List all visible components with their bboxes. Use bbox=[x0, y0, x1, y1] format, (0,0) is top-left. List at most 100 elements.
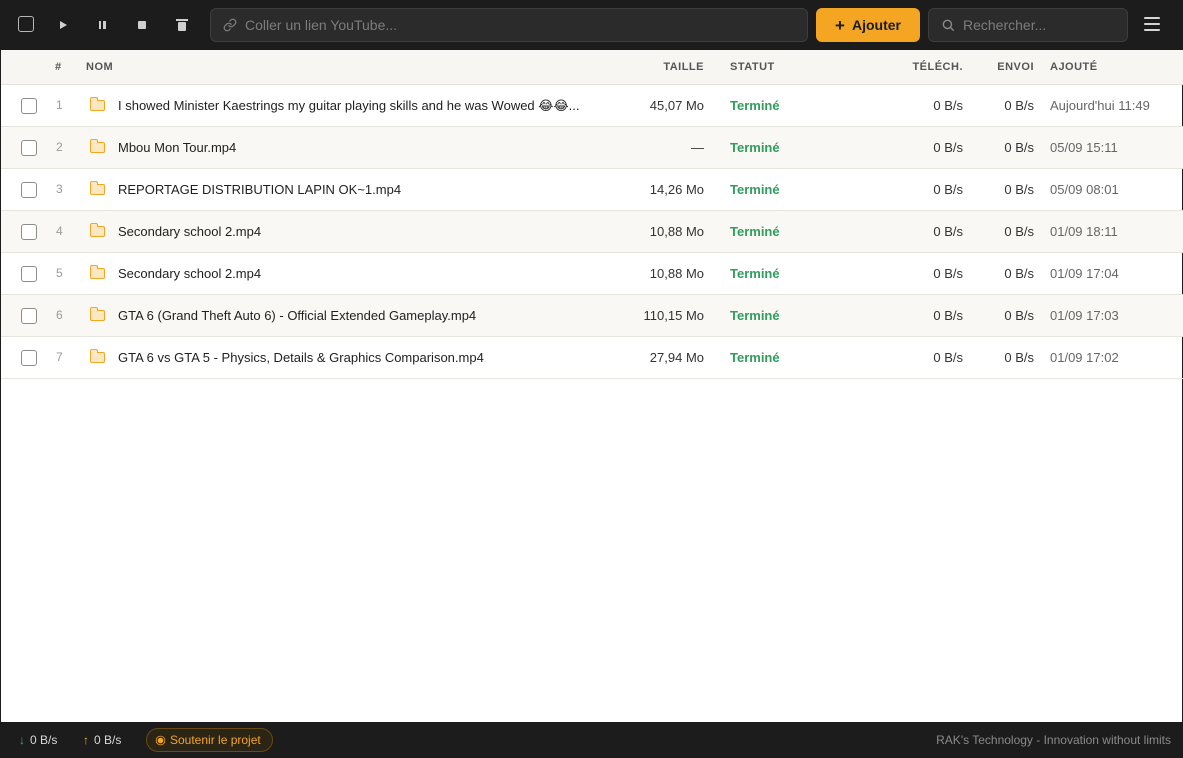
added-date: 01/09 18:11 bbox=[1050, 224, 1118, 239]
status-bar: ↓ 0 B/s ↑ 0 B/s Soutenir le projet RAK's… bbox=[1, 722, 1183, 758]
table-header: # NOM TAILLE STATUT TÉLÉCH. ENVOI AJOUTÉ bbox=[1, 50, 1183, 85]
toolbar: + Ajouter bbox=[1, 0, 1183, 50]
row-checkbox[interactable] bbox=[21, 182, 37, 198]
folder-icon[interactable] bbox=[89, 139, 105, 153]
table-row[interactable]: 3 REPORTAGE DISTRIBUTION LAPIN OK~1.mp4 … bbox=[1, 169, 1183, 211]
support-project-button[interactable]: Soutenir le projet bbox=[146, 728, 273, 752]
folder-icon[interactable] bbox=[89, 97, 105, 111]
column-number-header[interactable]: # bbox=[55, 61, 62, 73]
row-checkbox[interactable] bbox=[21, 224, 37, 240]
folder-icon[interactable] bbox=[89, 307, 105, 321]
youtube-link-field[interactable] bbox=[210, 8, 808, 42]
status-badge: Terminé bbox=[730, 350, 780, 365]
download-speed: 0 B/s bbox=[933, 98, 963, 113]
select-all-checkbox[interactable] bbox=[18, 16, 34, 32]
file-name: Secondary school 2.mp4 bbox=[118, 224, 262, 239]
folder-icon[interactable] bbox=[89, 265, 105, 279]
column-download-header[interactable]: TÉLÉCH. bbox=[912, 61, 963, 73]
file-size: 14,26 Mo bbox=[649, 182, 704, 197]
youtube-link-input[interactable] bbox=[245, 17, 765, 33]
folder-icon[interactable] bbox=[89, 223, 105, 237]
row-checkbox[interactable] bbox=[21, 308, 37, 324]
row-number: 1 bbox=[56, 98, 63, 112]
upload-speed: 0 B/s bbox=[1004, 350, 1034, 365]
column-name-header[interactable]: NOM bbox=[86, 61, 113, 73]
file-size: 110,15 Mo bbox=[643, 308, 704, 323]
download-speed: 0 B/s bbox=[933, 182, 963, 197]
hamburger-menu-icon[interactable] bbox=[1144, 17, 1160, 31]
file-size: 45,07 Mo bbox=[649, 98, 704, 113]
column-added-header[interactable]: AJOUTÉ bbox=[1050, 61, 1098, 73]
status-badge: Terminé bbox=[730, 98, 780, 113]
file-name: GTA 6 vs GTA 5 - Physics, Details & Grap… bbox=[118, 350, 484, 365]
added-date: 01/09 17:02 bbox=[1050, 350, 1119, 365]
arrow-down-icon: ↓ bbox=[19, 733, 25, 747]
file-size: 10,88 Mo bbox=[649, 266, 704, 281]
row-checkbox[interactable] bbox=[21, 350, 37, 366]
search-input[interactable] bbox=[963, 17, 1113, 33]
download-speed: 0 B/s bbox=[933, 308, 963, 323]
column-size-header[interactable]: TAILLE bbox=[663, 61, 704, 73]
delete-button[interactable] bbox=[172, 15, 192, 35]
folder-icon[interactable] bbox=[89, 349, 105, 363]
table-row[interactable]: 4 Secondary school 2.mp4 10,88 Mo Termin… bbox=[1, 211, 1183, 253]
table-row[interactable]: 5 Secondary school 2.mp4 10,88 Mo Termin… bbox=[1, 253, 1183, 295]
link-icon bbox=[223, 18, 237, 32]
table-row[interactable]: 2 Mbou Mon Tour.mp4 — Terminé 0 B/s 0 B/… bbox=[1, 127, 1183, 169]
stop-button[interactable] bbox=[132, 15, 152, 35]
row-checkbox[interactable] bbox=[21, 266, 37, 282]
search-field[interactable] bbox=[928, 8, 1128, 42]
added-date: 05/09 08:01 bbox=[1050, 182, 1119, 197]
added-date: 01/09 17:04 bbox=[1050, 266, 1119, 281]
arrow-up-icon: ↑ bbox=[83, 733, 89, 747]
pause-icon bbox=[98, 21, 106, 29]
column-upload-header[interactable]: ENVOI bbox=[997, 61, 1034, 73]
download-speed: 0 B/s bbox=[933, 140, 963, 155]
status-badge: Terminé bbox=[730, 224, 780, 239]
upload-speed: 0 B/s bbox=[1004, 308, 1034, 323]
support-project-label: Soutenir le projet bbox=[170, 733, 261, 747]
file-name: GTA 6 (Grand Theft Auto 6) - Official Ex… bbox=[118, 308, 477, 323]
row-checkbox[interactable] bbox=[21, 140, 37, 156]
start-button[interactable] bbox=[52, 15, 72, 35]
row-number: 3 bbox=[56, 182, 63, 196]
total-upload-speed: ↑ 0 B/s bbox=[83, 733, 121, 747]
file-name: I showed Minister Kaestrings my guitar p… bbox=[118, 98, 580, 113]
download-speed: 0 B/s bbox=[933, 350, 963, 365]
row-number: 6 bbox=[56, 308, 63, 322]
add-button-label: Ajouter bbox=[851, 17, 901, 33]
added-date: Aujourd'hui 11:49 bbox=[1050, 98, 1150, 113]
table-row[interactable]: 1 I showed Minister Kaestrings my guitar… bbox=[1, 85, 1183, 127]
status-badge: Terminé bbox=[730, 182, 780, 197]
upload-speed: 0 B/s bbox=[1004, 140, 1034, 155]
total-download-speed-value: 0 B/s bbox=[30, 733, 58, 747]
column-status-header[interactable]: STATUT bbox=[730, 61, 775, 73]
coin-icon bbox=[157, 737, 164, 743]
download-list: 1 I showed Minister Kaestrings my guitar… bbox=[1, 85, 1183, 379]
file-name: REPORTAGE DISTRIBUTION LAPIN OK~1.mp4 bbox=[118, 182, 402, 197]
download-speed: 0 B/s bbox=[933, 224, 963, 239]
row-number: 5 bbox=[56, 266, 63, 280]
file-size: 27,94 Mo bbox=[649, 350, 704, 365]
upload-speed: 0 B/s bbox=[1004, 182, 1034, 197]
upload-speed: 0 B/s bbox=[1004, 266, 1034, 281]
row-checkbox[interactable] bbox=[21, 98, 37, 114]
folder-icon[interactable] bbox=[89, 181, 105, 195]
total-upload-speed-value: 0 B/s bbox=[94, 733, 122, 747]
trash-icon bbox=[176, 18, 188, 31]
added-date: 01/09 17:03 bbox=[1050, 308, 1119, 323]
file-name: Secondary school 2.mp4 bbox=[118, 266, 262, 281]
file-size: 10,88 Mo bbox=[649, 224, 704, 239]
brand-tagline: RAK's Technology - Innovation without li… bbox=[936, 733, 1171, 747]
file-name: Mbou Mon Tour.mp4 bbox=[118, 140, 237, 155]
upload-speed: 0 B/s bbox=[1004, 98, 1034, 113]
pause-button[interactable] bbox=[92, 15, 112, 35]
row-number: 4 bbox=[56, 224, 63, 238]
added-date: 05/09 15:11 bbox=[1050, 140, 1118, 155]
row-number: 2 bbox=[56, 140, 63, 154]
stop-icon bbox=[138, 21, 146, 29]
table-row[interactable]: 7 GTA 6 vs GTA 5 - Physics, Details & Gr… bbox=[1, 337, 1183, 379]
download-speed: 0 B/s bbox=[933, 266, 963, 281]
add-button[interactable]: + Ajouter bbox=[816, 8, 920, 42]
table-row[interactable]: 6 GTA 6 (Grand Theft Auto 6) - Official … bbox=[1, 295, 1183, 337]
